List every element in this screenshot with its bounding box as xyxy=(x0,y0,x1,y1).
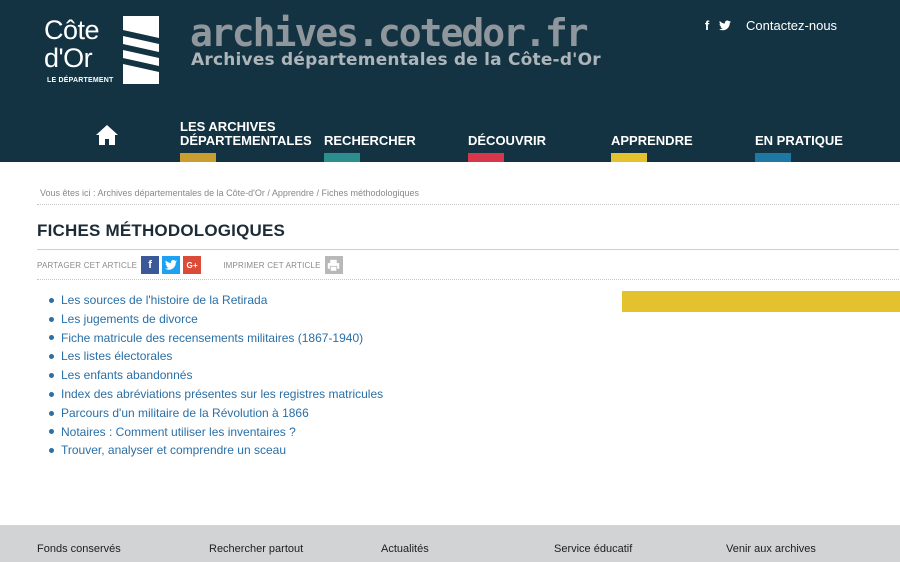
nav-color-bar xyxy=(611,153,647,162)
facebook-icon[interactable]: f xyxy=(698,18,716,33)
fiches-list: Les sources de l'histoire de la Retirada… xyxy=(49,291,383,460)
breadcrumb: Vous êtes ici : Archives départementales… xyxy=(40,188,419,198)
header-top-links: f Contactez-nous xyxy=(698,18,837,33)
breadcrumb-item-apprendre[interactable]: Apprendre xyxy=(272,188,314,198)
nav-item-en-pratique[interactable]: EN PRATIQUE xyxy=(755,133,843,162)
logo-flag-icon xyxy=(123,16,159,84)
bullet xyxy=(49,429,54,435)
breadcrumb-item-current: Fiches méthodologiques xyxy=(321,188,420,198)
nav-label: APPRENDRE xyxy=(611,133,693,148)
bullet xyxy=(49,391,54,397)
twitter-icon[interactable] xyxy=(716,18,734,33)
list-item-link[interactable]: Les listes électorales xyxy=(61,347,172,366)
nav-label: DÉCOUVRIR xyxy=(468,133,547,148)
logo-line2: d'Or xyxy=(44,43,93,73)
site-title[interactable]: archives.cotedor.fr xyxy=(190,12,589,54)
footer-link-service-educatif[interactable]: Service éducatif xyxy=(554,543,632,555)
nav-item-decouvrir[interactable]: DÉCOUVRIR xyxy=(468,133,547,162)
list-item-link[interactable]: Les sources de l'histoire de la Retirada xyxy=(61,291,267,310)
share-twitter-icon[interactable] xyxy=(162,256,181,274)
nav-color-bar xyxy=(755,153,791,162)
list-item[interactable]: Index des abréviations présentes sur les… xyxy=(49,385,383,404)
list-item-link[interactable]: Notaires : Comment utiliser les inventai… xyxy=(61,423,296,442)
list-item[interactable]: Parcours d'un militaire de la Révolution… xyxy=(49,404,383,423)
bullet xyxy=(49,354,54,360)
breadcrumb-separator: / xyxy=(316,188,319,198)
list-item-link[interactable]: Les jugements de divorce xyxy=(61,310,198,329)
footer-link-venir[interactable]: Venir aux archives xyxy=(726,543,816,555)
nav-label-line2: DÉPARTEMENTALES xyxy=(180,133,312,148)
footer-link-fonds[interactable]: Fonds conservés xyxy=(37,543,121,555)
nav-item-rechercher[interactable]: RECHERCHER xyxy=(324,133,416,162)
bullet xyxy=(49,448,54,454)
logo-wordmark: Côte d'Or xyxy=(44,15,100,73)
logo-line1: Côte xyxy=(44,15,100,45)
bullet xyxy=(49,335,54,341)
home-icon[interactable] xyxy=(95,124,119,146)
logo-subtitle: LE DÉPARTEMENT xyxy=(47,77,114,84)
share-facebook-icon[interactable]: f xyxy=(141,256,160,274)
share-label: PARTAGER CET ARTICLE xyxy=(37,260,138,270)
nav-item-les-archives[interactable]: LES ARCHIVES DÉPARTEMENTALES xyxy=(180,119,312,162)
nav-item-apprendre[interactable]: APPRENDRE xyxy=(611,133,693,162)
list-item-link[interactable]: Fiche matricule des recensements militai… xyxy=(61,329,363,348)
print-label: IMPRIMER CET ARTICLE xyxy=(223,260,321,270)
list-item[interactable]: Fiche matricule des recensements militai… xyxy=(49,329,383,348)
print-icon[interactable] xyxy=(324,256,343,274)
breadcrumb-item-home[interactable]: Archives départementales de la Côte-d'Or xyxy=(98,188,265,198)
bullet xyxy=(49,297,54,303)
main-nav: LES ARCHIVES DÉPARTEMENTALES RECHERCHER … xyxy=(0,100,900,162)
list-item-link[interactable]: Trouver, analyser et comprendre un sceau xyxy=(61,441,286,460)
footer-link-rechercher[interactable]: Rechercher partout xyxy=(209,543,303,555)
cote-dor-logo[interactable]: Côte d'Or LE DÉPARTEMENT xyxy=(44,16,162,88)
contact-link[interactable]: Contactez-nous xyxy=(746,18,837,33)
nav-label: EN PRATIQUE xyxy=(755,133,843,148)
nav-label: RECHERCHER xyxy=(324,133,416,148)
list-item[interactable]: Les listes électorales xyxy=(49,347,383,366)
nav-label-line1: LES ARCHIVES xyxy=(180,119,276,134)
share-google-plus-icon[interactable]: G+ xyxy=(183,256,202,274)
bullet xyxy=(49,316,54,322)
nav-color-bar xyxy=(180,153,216,162)
share-divider xyxy=(37,279,899,280)
list-item[interactable]: Les jugements de divorce xyxy=(49,310,383,329)
nav-color-bar xyxy=(324,153,360,162)
nav-color-bar xyxy=(468,153,504,162)
bullet xyxy=(49,373,54,379)
breadcrumb-prefix: Vous êtes ici : xyxy=(40,188,96,198)
list-item[interactable]: Trouver, analyser et comprendre un sceau xyxy=(49,441,383,460)
breadcrumb-divider xyxy=(37,204,899,205)
footer-link-actualites[interactable]: Actualités xyxy=(381,543,429,555)
bullet xyxy=(49,410,54,416)
title-divider xyxy=(37,249,899,250)
share-bar: PARTAGER CET ARTICLE f G+ IMPRIMER CET A… xyxy=(37,255,343,275)
list-item-link[interactable]: Index des abréviations présentes sur les… xyxy=(61,385,383,404)
list-item-link[interactable]: Les enfants abandonnés xyxy=(61,366,192,385)
page-title: FICHES MÉTHODOLOGIQUES xyxy=(37,221,286,240)
breadcrumb-separator: / xyxy=(267,188,270,198)
list-item[interactable]: Notaires : Comment utiliser les inventai… xyxy=(49,423,383,442)
site-footer: Fonds conservés Rechercher partout Actua… xyxy=(0,525,900,562)
site-header: Côte d'Or LE DÉPARTEMENT archives.cotedo… xyxy=(0,0,900,162)
list-item[interactable]: Les sources de l'histoire de la Retirada xyxy=(49,291,383,310)
sidebar-accent-band xyxy=(622,291,900,312)
list-item[interactable]: Les enfants abandonnés xyxy=(49,366,383,385)
site-subtitle: Archives départementales de la Côte-d'Or xyxy=(191,50,601,70)
list-item-link[interactable]: Parcours d'un militaire de la Révolution… xyxy=(61,404,309,423)
